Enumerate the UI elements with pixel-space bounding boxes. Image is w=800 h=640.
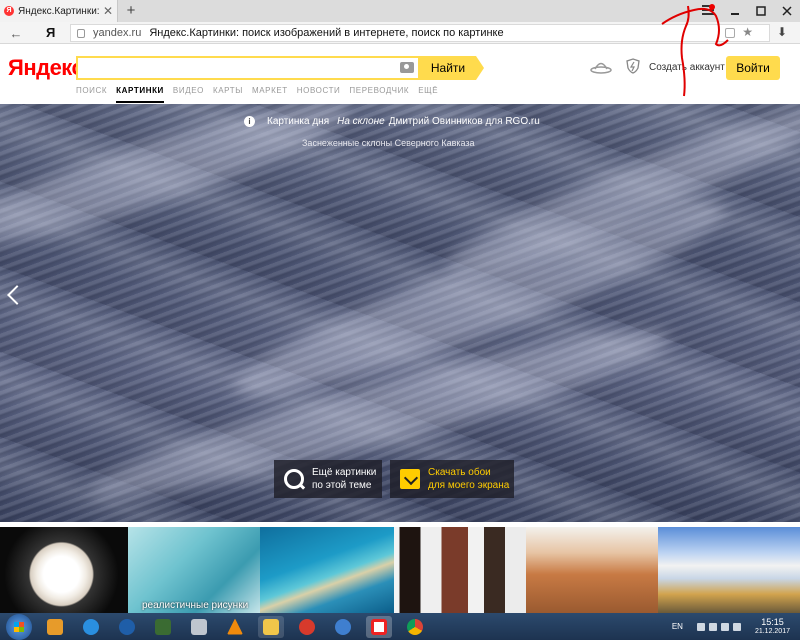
nav-translator[interactable]: ПЕРЕВОДЧИК [349, 86, 409, 103]
address-domain: yandex.ru [93, 27, 142, 39]
info-icon[interactable]: i [244, 116, 255, 127]
search-box [76, 56, 420, 80]
yandex-logo[interactable]: Яндекс [8, 55, 84, 81]
caption-label: Картинка дня [267, 116, 330, 127]
file-explorer-icon[interactable] [258, 615, 284, 638]
service-nav: ПОИСК КАРТИНКИ ВИДЕО КАРТЫ МАРКЕТ НОВОСТ… [76, 86, 438, 103]
snow-ridge-shape [0, 104, 359, 268]
vlc-icon[interactable] [222, 616, 248, 638]
shield-icon[interactable] [626, 58, 640, 74]
downloader-icon[interactable] [114, 616, 140, 638]
nav-images[interactable]: КАРТИНКИ [116, 86, 164, 103]
close-tab-icon[interactable]: ✕ [103, 4, 113, 18]
downloads-icon[interactable]: ⬇ [777, 25, 787, 39]
internet-explorer-icon[interactable] [78, 616, 104, 638]
minimize-icon[interactable] [722, 0, 748, 22]
picture-caption: i Картинка дня На склоне Дмитрий Овинник… [244, 116, 540, 127]
thumbnail-label: реалистичные рисунки [142, 600, 249, 611]
new-tab-button[interactable]: + [124, 2, 138, 19]
search-input[interactable] [78, 58, 378, 78]
yandex-logo-text: Яндекс [8, 55, 84, 80]
network-icon[interactable] [720, 622, 729, 631]
system-tray: EN 15:15 21.12.2017 [672, 613, 796, 640]
browser-tab[interactable]: Я Яндекс.Картинки: поиск ✕ [0, 0, 118, 22]
yandex-favicon-icon: Я [4, 6, 14, 16]
windows-taskbar: EN 15:15 21.12.2017 [0, 613, 800, 640]
nav-search[interactable]: ПОИСК [76, 86, 107, 103]
browser-tab-strip: Я Яндекс.Картинки: поиск ✕ + [0, 0, 800, 22]
volume-icon[interactable] [732, 622, 741, 631]
start-button-icon[interactable] [6, 613, 32, 640]
notification-dot-icon [709, 4, 715, 10]
clock[interactable]: 15:15 21.12.2017 [755, 617, 790, 637]
close-window-icon[interactable] [774, 0, 800, 22]
yandex-browser-icon[interactable] [366, 615, 392, 638]
login-button[interactable]: Войти [726, 56, 780, 80]
chrome-icon[interactable] [402, 616, 428, 638]
find-button[interactable]: Найти [420, 56, 484, 80]
nav-news[interactable]: НОВОСТИ [297, 86, 341, 103]
nav-maps[interactable]: КАРТЫ [213, 86, 243, 103]
download-icon [400, 469, 420, 489]
thumbnail-reef[interactable] [260, 527, 394, 613]
incognito-hat-icon[interactable] [590, 60, 612, 74]
more-line-1: Ещё картинки [312, 467, 377, 478]
nav-market[interactable]: МАРКЕТ [252, 86, 288, 103]
thumbnail-pomeranian[interactable] [0, 527, 128, 613]
caption-author: Дмитрий Овинников для RGO.ru [388, 116, 540, 127]
thumbnail-fashion[interactable] [394, 527, 526, 613]
caption-title: На склоне [337, 116, 385, 127]
bookmark-star-icon[interactable]: ★ [742, 25, 753, 39]
clock-date: 21.12.2017 [754, 627, 790, 635]
picture-subcaption: Заснеженные склоны Северного Кавказа [302, 138, 475, 148]
nav-video[interactable]: ВИДЕО [173, 86, 204, 103]
trending-thumbnails: реалистичные рисунки [0, 527, 800, 613]
download-line-1: Скачать обои [428, 467, 491, 478]
previous-picture-arrow-icon[interactable] [6, 284, 20, 308]
thumbnail-cat-drawing[interactable]: реалистичные рисунки [128, 527, 260, 613]
maximize-icon[interactable] [748, 0, 774, 22]
camera-search-icon[interactable] [400, 62, 414, 73]
media-player-icon[interactable] [42, 616, 68, 638]
language-indicator[interactable]: EN [672, 622, 683, 631]
address-page-title: Яндекс.Картинки: поиск изображений в инт… [149, 27, 504, 39]
nav-more[interactable]: ЕЩЁ [418, 86, 438, 103]
lock-icon [77, 28, 85, 38]
game-icon[interactable] [150, 616, 176, 638]
tray-icon[interactable] [696, 622, 705, 631]
create-account-link[interactable]: Создать аккаунт [649, 62, 725, 73]
thumbnail-geyser[interactable] [658, 527, 800, 613]
more-pictures-button[interactable]: Ещё картинки по этой теме [274, 460, 382, 498]
protect-icon[interactable] [725, 28, 735, 38]
clock-time: 15:15 [761, 616, 784, 627]
picture-of-the-day[interactable]: i Картинка дня На склоне Дмитрий Овинник… [0, 104, 800, 522]
ccleaner-icon[interactable] [294, 616, 320, 638]
address-bar-row: ← Я yandex.ru Яндекс.Картинки: поиск изо… [0, 22, 800, 44]
yandex-header: Яндекс Найти ПОИСК КАРТИНКИ ВИДЕО КАРТЫ … [0, 44, 800, 104]
thumbnail-mars[interactable] [526, 527, 658, 613]
download-wallpaper-button[interactable]: Скачать обои для моего экрана [390, 460, 514, 498]
back-arrow-icon[interactable]: ← [8, 25, 24, 41]
printer-icon[interactable] [186, 616, 212, 638]
download-line-2: для моего экрана [428, 480, 510, 491]
qbittorrent-icon[interactable] [330, 616, 356, 638]
tab-title: Яндекс.Картинки: поиск [18, 5, 100, 17]
more-line-2: по этой теме [312, 480, 372, 491]
tray-icon[interactable] [708, 622, 717, 631]
address-bar[interactable]: yandex.ru Яндекс.Картинки: поиск изображ… [70, 24, 770, 42]
search-icon [284, 469, 304, 489]
yandex-home-button[interactable]: Я [46, 25, 55, 40]
